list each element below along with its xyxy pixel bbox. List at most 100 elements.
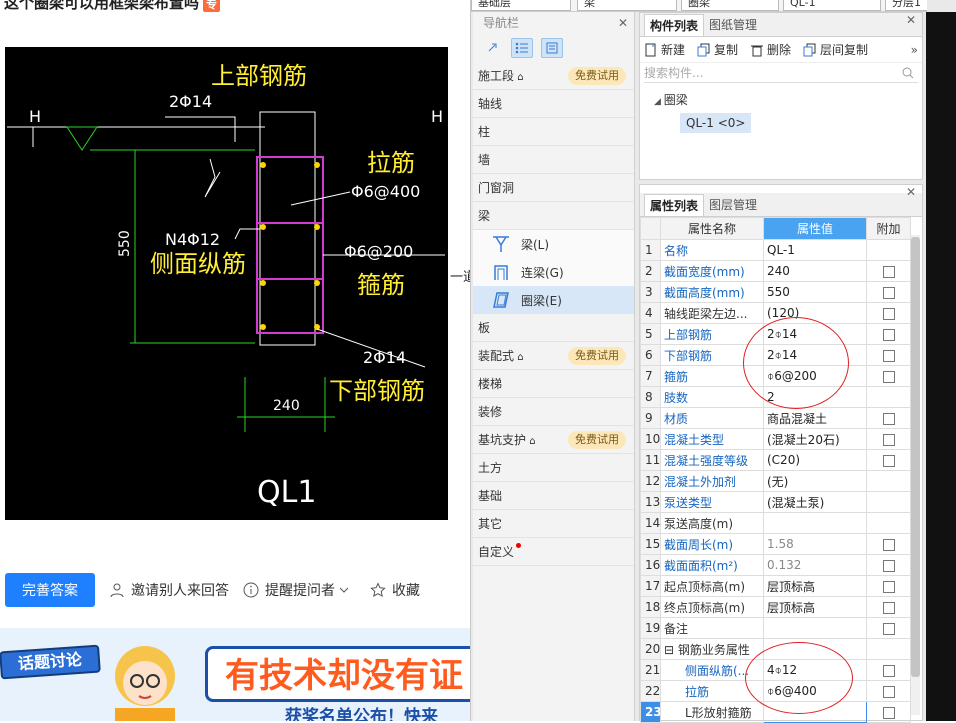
property-value[interactable]: (混凝土泵) [763,491,867,513]
component-search-input[interactable]: 搜索构件... [644,63,918,83]
floor-select[interactable]: 基础层 [471,0,571,11]
tree-parent[interactable]: ◢ 圈梁 [654,89,922,111]
property-value[interactable]: 550 [763,281,867,303]
subtype-select[interactable]: 圈梁 [681,0,779,11]
property-value[interactable]: 4⌽12 [763,659,867,681]
property-row[interactable]: 21 侧面纵筋(... 4⌽12 [640,659,911,681]
nav-item-a8[interactable]: 自定义 [473,538,634,566]
remind-button[interactable]: 提醒提问者 [243,580,356,600]
nav-beam-child-2[interactable]: 圈梁(E) [473,286,634,314]
extra-checkbox[interactable] [882,622,895,635]
property-row[interactable]: 1 名称 QL-1 [640,239,911,261]
property-value[interactable]: (120) [763,302,867,324]
list-view-icon[interactable] [511,38,533,58]
close-icon[interactable]: ✕ [906,185,916,199]
property-row[interactable]: 5 上部钢筋 2⌽14 [640,323,911,345]
property-value[interactable]: ⌽6@400 [763,680,867,702]
property-row[interactable]: 6 下部钢筋 2⌽14 [640,344,911,366]
extra-checkbox[interactable] [882,265,895,278]
tab-drawing-manage[interactable]: 图纸管理 [704,14,762,36]
free-trial-badge[interactable]: 免费试用 [568,431,626,449]
nav-item-a3[interactable]: 装修 [473,398,634,426]
nav-beam-child-0[interactable]: 梁(L) [473,230,634,258]
extra-checkbox[interactable] [882,370,895,383]
nav-item-a7[interactable]: 其它 [473,510,634,538]
extra-checkbox[interactable] [882,307,895,320]
nav-item-a4[interactable]: 基坑支护 ⌂ 免费试用 [473,426,634,454]
property-value[interactable] [763,512,867,534]
layer-select[interactable]: 分层1 [885,0,927,11]
extra-checkbox[interactable] [882,580,895,593]
extra-checkbox[interactable] [882,706,895,719]
nav-item-0[interactable]: 施工段 ⌂ 免费试用 [473,62,634,90]
nav-item-a0[interactable]: 板 [473,314,634,342]
property-value[interactable]: (混凝土20石) [763,428,867,450]
close-icon[interactable]: ✕ [906,13,916,27]
property-value[interactable]: 240 [763,260,867,282]
property-value[interactable]: QL-1 [763,239,867,261]
nav-item-a1[interactable]: 装配式 ⌂ 免费试用 [473,342,634,370]
favorite-button[interactable]: 收藏 [370,580,420,600]
extra-checkbox[interactable] [882,412,895,425]
property-value[interactable]: 层顶标高 [763,596,867,618]
close-icon[interactable]: ✕ [618,12,628,34]
property-value[interactable]: 层顶标高 [763,575,867,597]
new-button[interactable]: 新建 [644,41,685,58]
nav-item-3[interactable]: 墙 [473,146,634,174]
more-icon[interactable]: » [911,43,918,57]
extra-checkbox[interactable] [882,328,895,341]
property-row[interactable]: 9 材质 商品混凝土 [640,407,911,429]
delete-button[interactable]: 删除 [750,41,791,58]
scroll-thumb[interactable] [911,237,920,677]
property-value[interactable]: (无) [763,470,867,492]
property-row[interactable]: 23 L形放射箍筋 [640,701,911,723]
property-value[interactable]: 2 [763,386,867,408]
property-row[interactable]: 7 箍筋 ⌽6@200 [640,365,911,387]
property-value[interactable]: 商品混凝土 [763,407,867,429]
extra-checkbox[interactable] [882,433,895,446]
extra-checkbox[interactable] [882,559,895,572]
nav-item-a6[interactable]: 基础 [473,482,634,510]
property-row[interactable]: 2 截面宽度(mm) 240 [640,260,911,282]
property-value[interactable] [763,617,867,639]
property-row[interactable]: 12 混凝土外加剂 (无) [640,470,911,492]
property-value[interactable] [763,638,867,660]
nav-item-4[interactable]: 门窗洞 [473,174,634,202]
property-row[interactable]: 13 泵送类型 (混凝土泵) [640,491,911,513]
component-select[interactable]: QL-1 [783,0,881,11]
property-scrollbar[interactable] [911,235,920,715]
property-row[interactable]: 10 混凝土类型 (混凝土20石) [640,428,911,450]
nav-item-1[interactable]: 轴线 [473,90,634,118]
pin-icon[interactable] [481,38,503,58]
property-row[interactable]: 17 起点顶标高(m) 层顶标高 [640,575,911,597]
nav-beam-child-1[interactable]: 连梁(G) [473,258,634,286]
invite-button[interactable]: 邀请别人来回答 [109,580,229,600]
detail-view-icon[interactable] [541,38,563,58]
extra-checkbox[interactable] [882,349,895,362]
nav-item-a5[interactable]: 土方 [473,454,634,482]
extra-checkbox[interactable] [882,685,895,698]
tab-property-list[interactable]: 属性列表 [644,194,705,216]
property-row[interactable]: 15 截面周长(m) 1.58 [640,533,911,555]
layer-copy-button[interactable]: 层间复制 [803,41,868,58]
free-trial-badge[interactable]: 免费试用 [568,67,626,85]
property-value[interactable]: (C20) [763,449,867,471]
tab-component-list[interactable]: 构件列表 [644,14,705,36]
promo-banner[interactable]: 话题讨论 有技术却没有证 获奖名单公布！快来 [0,628,472,721]
free-trial-badge[interactable]: 免费试用 [568,347,626,365]
property-value[interactable]: 2⌽14 [763,344,867,366]
extra-checkbox[interactable] [882,286,895,299]
property-row[interactable]: 16 截面面积(m²) 0.132 [640,554,911,576]
tree-item-ql1[interactable]: QL-1 <0> [680,113,752,133]
nav-item-5[interactable]: 梁 [473,202,634,230]
property-value[interactable]: ⌽6@200 [763,365,867,387]
property-row[interactable]: 3 截面高度(mm) 550 [640,281,911,303]
property-row[interactable]: 14 泵送高度(m) [640,512,911,534]
extra-checkbox[interactable] [882,538,895,551]
extra-checkbox[interactable] [882,454,895,467]
property-value[interactable]: 2⌽14 [763,323,867,345]
property-value[interactable]: 0.132 [763,554,867,576]
property-row[interactable]: 18 终点顶标高(m) 层顶标高 [640,596,911,618]
nav-item-2[interactable]: 柱 [473,118,634,146]
property-row[interactable]: 22 拉筋 ⌽6@400 [640,680,911,702]
